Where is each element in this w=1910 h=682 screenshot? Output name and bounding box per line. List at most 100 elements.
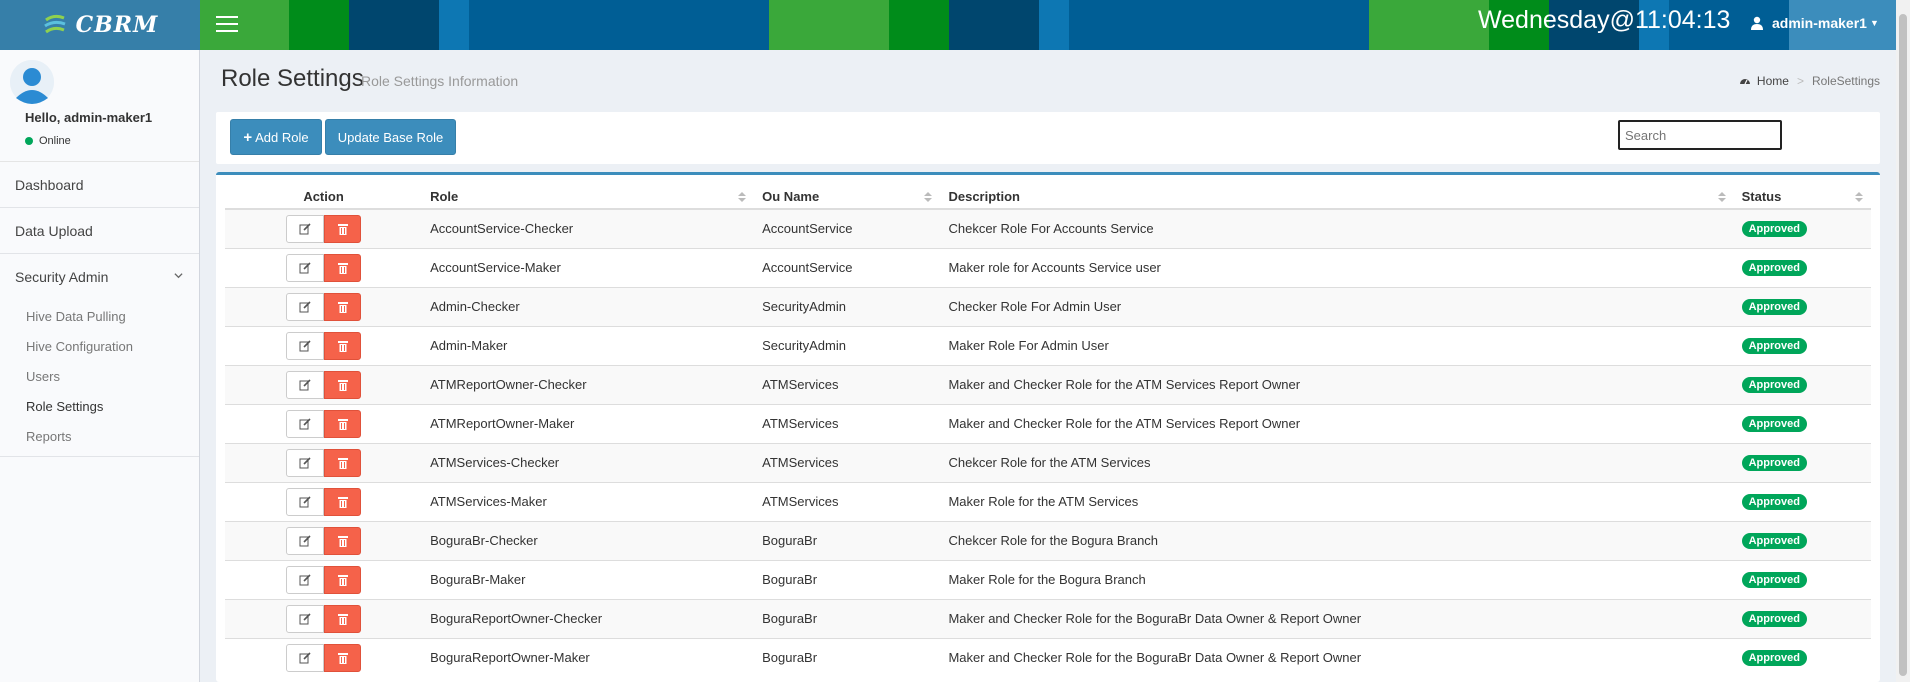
delete-button[interactable] (324, 604, 362, 633)
content-header: Role Settings Role Settings Information … (200, 50, 1890, 102)
role-cell: AccountService-Checker (422, 208, 755, 248)
role-cell: ATMServices-Checker (422, 442, 755, 482)
sidebar-subitem-users[interactable]: Users (0, 362, 199, 392)
delete-button[interactable] (324, 214, 362, 243)
edit-icon (299, 223, 311, 235)
trash-icon (337, 535, 348, 547)
edit-button[interactable] (286, 370, 325, 399)
logo[interactable]: CBRM (0, 0, 200, 50)
delete-button[interactable] (324, 487, 362, 516)
table-row: ATMReportOwner-Checker ATMServices Maker a… (225, 364, 1871, 404)
sidebar-item-label: Dashboard (15, 177, 84, 193)
navbar-stripe (1039, 0, 1069, 50)
status-badge: Approved (1741, 377, 1807, 393)
edit-button[interactable] (286, 409, 325, 438)
sidebar-item-dashboard[interactable]: Dashboard (0, 162, 199, 208)
breadcrumb: Home > RoleSettings (1739, 74, 1880, 88)
delete-button[interactable] (324, 253, 362, 282)
status-cell: Approved (1733, 403, 1871, 443)
delete-button[interactable] (324, 409, 362, 438)
delete-button[interactable] (324, 448, 362, 477)
edit-button[interactable] (286, 643, 325, 672)
sidebar-subitem-reports[interactable]: Reports (0, 422, 199, 452)
add-role-button[interactable]: + Add Role (230, 119, 322, 155)
description-cell: Maker and Checker Role for the BoguraBr … (940, 598, 1734, 638)
update-base-role-button[interactable]: Update Base Role (325, 119, 456, 155)
action-cell (225, 364, 423, 404)
delete-button[interactable] (324, 565, 362, 594)
action-group (286, 487, 362, 516)
delete-button[interactable] (324, 643, 362, 672)
table-row: BoguraBr-Maker BoguraBr Maker Role for the… (225, 559, 1871, 599)
sort-icon (1855, 192, 1863, 202)
status-cell: Approved (1733, 637, 1871, 677)
edit-icon (299, 456, 311, 468)
delete-button[interactable] (324, 292, 362, 321)
toolbar: + Add Role Update Base Role (216, 112, 1880, 164)
user-menu-label: admin-maker1 (1772, 15, 1867, 31)
navbar-stripe (1069, 0, 1369, 50)
navbar-stripe (949, 0, 1039, 50)
logo-mark-icon (43, 14, 66, 34)
sort-icon (924, 192, 933, 202)
sidebar-item-label: Security Admin (15, 269, 109, 285)
edit-icon (299, 573, 311, 585)
column-header-ou-name[interactable]: Ou Name (754, 184, 941, 210)
sidebar-item-data-upload[interactable]: Data Upload (0, 208, 199, 254)
column-header-action: Action (225, 184, 423, 210)
sidebar-toggle-button[interactable] (212, 11, 242, 39)
action-cell (225, 559, 423, 599)
delete-button[interactable] (324, 526, 362, 555)
edit-button[interactable] (286, 526, 325, 555)
sidebar-subitem-hive-data-pulling[interactable]: Hive Data Pulling (0, 302, 199, 332)
edit-button[interactable] (286, 487, 325, 516)
status-badge: Approved (1741, 611, 1807, 627)
sidebar-subitem-role-settings[interactable]: Role Settings (0, 392, 199, 422)
edit-button[interactable] (286, 331, 325, 360)
action-cell (225, 247, 423, 287)
edit-button[interactable] (286, 253, 325, 282)
status-cell: Approved (1733, 286, 1871, 326)
page-scrollbar[interactable] (1896, 0, 1910, 682)
action-cell (225, 481, 423, 521)
navbar-stripe (1369, 0, 1489, 50)
breadcrumb-home-link[interactable]: Home (1757, 74, 1789, 88)
edit-button[interactable] (286, 292, 325, 321)
navbar: Wednesday@11:04:13 admin-maker1 ▼ (200, 0, 1910, 50)
chevron-down-icon (174, 254, 183, 300)
caret-down-icon: ▼ (1869, 18, 1879, 28)
user-menu[interactable]: admin-maker1 ▼ (1750, 15, 1879, 31)
action-cell (225, 286, 423, 326)
column-header-status[interactable]: Status (1733, 184, 1871, 210)
search-input[interactable] (1618, 120, 1782, 150)
scrollbar-thumb[interactable] (1899, 14, 1907, 676)
edit-button[interactable] (286, 604, 325, 633)
edit-button[interactable] (286, 565, 325, 594)
description-cell: Checker Role For Admin User (940, 286, 1734, 326)
delete-button[interactable] (324, 370, 362, 399)
edit-icon (299, 339, 311, 351)
avatar (10, 60, 54, 104)
user-greeting: Hello, admin-maker1 (25, 110, 153, 125)
column-header-role[interactable]: Role (422, 184, 755, 210)
breadcrumb-separator: > (1796, 74, 1804, 88)
status-cell: Approved (1733, 442, 1871, 482)
edit-icon (299, 612, 311, 624)
edit-button[interactable] (286, 448, 325, 477)
ou-name-cell: ATMServices (754, 403, 941, 443)
table-row: BoguraReportOwner-Maker BoguraBr Maker and… (225, 637, 1871, 677)
status-badge: Approved (1741, 533, 1807, 549)
column-header-description[interactable]: Description (940, 184, 1734, 210)
status-cell: Approved (1733, 520, 1871, 560)
status-cell: Approved (1733, 481, 1871, 521)
trash-icon (337, 652, 348, 664)
delete-button[interactable] (324, 331, 362, 360)
sidebar-item-security-admin[interactable]: Security Admin (0, 254, 199, 300)
action-group (286, 370, 362, 399)
edit-button[interactable] (286, 214, 325, 243)
table-row: BoguraReportOwner-Checker BoguraBr Maker a… (225, 598, 1871, 638)
page-subtitle: Role Settings Information (361, 73, 519, 89)
table-header-row: Action Role Ou Name Description Status (225, 184, 1871, 210)
status-badge: Approved (1741, 221, 1807, 238)
sidebar-subitem-hive-configuration[interactable]: Hive Configuration (0, 332, 199, 362)
